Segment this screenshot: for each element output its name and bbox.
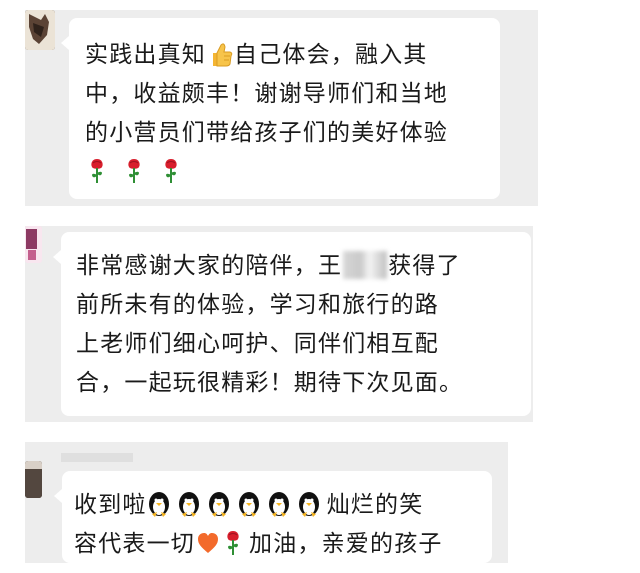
penguin-icon xyxy=(177,490,201,518)
avatar-image xyxy=(25,226,42,263)
message-text: 容代表一切 xyxy=(74,531,195,557)
message-text: 实践出真知 xyxy=(85,42,206,68)
chat-message-panel-2: 非常感谢大家的陪伴，王 获得了 前所未有的体验，学习和旅行的路 上老师们细心呵护、… xyxy=(25,226,533,422)
message-2-line-2: 前所未有的体验，学习和旅行的路 xyxy=(76,292,439,318)
message-bubble-2: 非常感谢大家的陪伴，王 获得了 前所未有的体验，学习和旅行的路 上老师们细心呵护、… xyxy=(53,232,531,416)
message-text: 自己体会，融入其 xyxy=(234,42,428,68)
message-text: 非常感谢大家的陪伴，王 xyxy=(76,253,343,279)
avatar-image xyxy=(25,10,55,50)
message-1-line-1: 实践出真知 自己体会，融入其 xyxy=(85,36,484,75)
blurred-name xyxy=(343,251,388,279)
rose-icon xyxy=(122,157,146,185)
avatar[interactable] xyxy=(25,226,42,263)
message-1-line-3: 的小营员们带给孩子们的美好体验 xyxy=(85,120,448,146)
penguin-icon xyxy=(207,490,231,518)
message-1-line-2: 中，收益颇丰！谢谢导师们和当地 xyxy=(85,81,448,107)
avatar[interactable] xyxy=(25,10,55,50)
penguin-icon xyxy=(147,490,171,518)
heart-icon xyxy=(196,529,220,553)
message-bubble-1: 实践出真知 自己体会，融入其 中，收益颇丰！谢谢导师们和当地 的小营员们带给孩子… xyxy=(61,18,500,199)
message-2-line-3: 上老师们细心呵护、同伴们相互配 xyxy=(76,331,439,357)
penguin-icon xyxy=(267,490,291,518)
message-text: 加油，亲爱的孩子 xyxy=(249,531,443,557)
message-text: 收到啦 xyxy=(74,492,147,518)
rose-icon xyxy=(85,157,109,185)
chat-message-panel-3: 收到啦 灿烂的笑 容代表一切 加油，亲爱的孩子 xyxy=(25,442,508,563)
sender-name xyxy=(61,453,133,462)
message-3-line-1: 收到啦 灿烂的笑 xyxy=(74,486,480,525)
rose-icon xyxy=(159,157,183,185)
message-text: 灿烂的笑 xyxy=(326,492,424,518)
message-2-line-1: 非常感谢大家的陪伴，王 获得了 xyxy=(76,247,516,286)
penguin-icon xyxy=(237,490,261,518)
message-2-line-4: 合，一起玩很精彩！期待下次见面。 xyxy=(76,370,464,396)
message-1-line-4 xyxy=(85,153,484,192)
screenshot-canvas: 实践出真知 自己体会，融入其 中，收益颇丰！谢谢导师们和当地 的小营员们带给孩子… xyxy=(0,0,640,573)
message-bubble-3: 收到啦 灿烂的笑 容代表一切 加油，亲爱的孩子 xyxy=(54,471,492,563)
message-text: 获得了 xyxy=(388,253,461,279)
thumbs-up-icon xyxy=(207,40,233,68)
avatar-image xyxy=(25,461,42,498)
avatar[interactable] xyxy=(25,461,42,498)
rose-icon xyxy=(221,529,245,557)
message-3-line-2: 容代表一切 加油，亲爱的孩子 xyxy=(74,525,480,563)
chat-message-panel-1: 实践出真知 自己体会，融入其 中，收益颇丰！谢谢导师们和当地 的小营员们带给孩子… xyxy=(25,10,538,206)
penguin-icon xyxy=(297,490,321,518)
